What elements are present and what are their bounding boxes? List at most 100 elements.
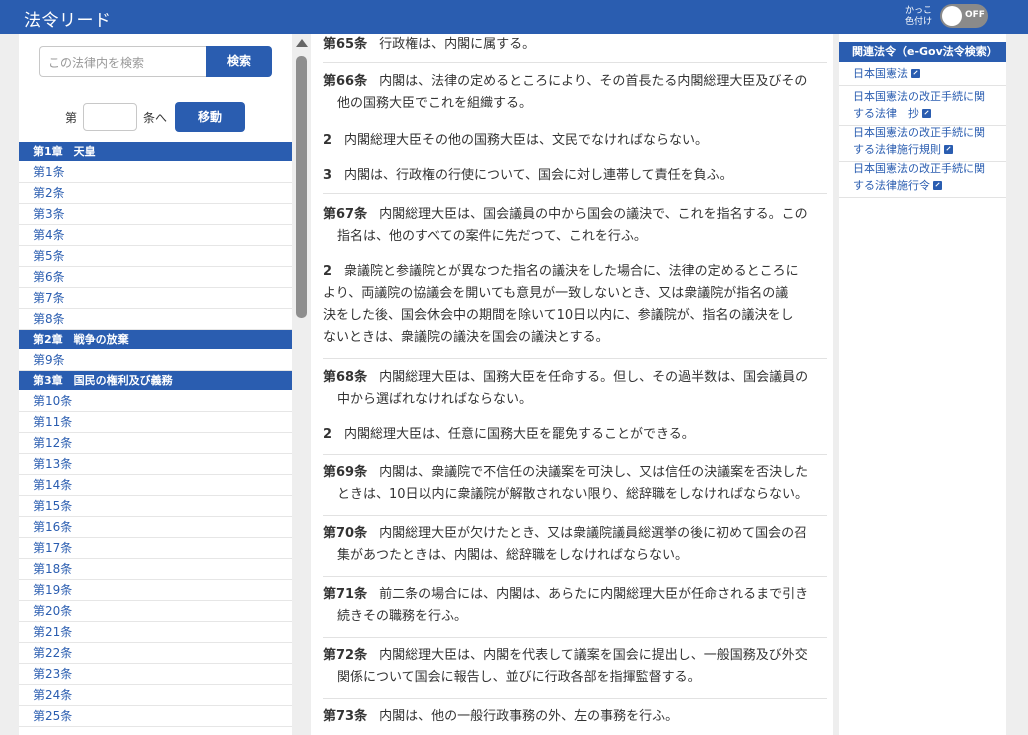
article-text-line: 関係について国会に報告し、並びに行政各部を指揮監督する。 xyxy=(337,670,701,685)
toc-article-link[interactable]: 第14条 xyxy=(19,475,292,496)
paragraph-number: 3 xyxy=(323,168,333,183)
related-law-label: する法律施行規則 xyxy=(853,143,941,156)
related-law-link[interactable]: 日本国憲法 xyxy=(839,63,1006,86)
toc-article-link[interactable]: 第9条 xyxy=(19,350,292,371)
related-law-label: 日本国憲法の改正手続に関 xyxy=(853,126,985,139)
bracket-color-label-line2: 色付け xyxy=(905,17,933,27)
paragraph-text-line: 衆議院と参議院とが異なつた指名の議決をした場合に、法律の定めるところに xyxy=(344,264,799,279)
toc-article-link[interactable]: 第1条 xyxy=(19,162,292,183)
toc-article-link[interactable]: 第19条 xyxy=(19,580,292,601)
related-law-label: 日本国憲法の改正手続に関 xyxy=(853,90,985,103)
paragraph-number: 2 xyxy=(323,133,333,148)
toc-article-link[interactable]: 第8条 xyxy=(19,309,292,330)
toc-article-link[interactable]: 第20条 xyxy=(19,601,292,622)
article-text-line: 内閣は、法律の定めるところにより、その首長たる内閣総理大臣及びその xyxy=(379,74,808,89)
toc-article-link[interactable]: 第10条 xyxy=(19,391,292,412)
table-of-contents: 第1章 天皇 第1条 第2条 第3条 第4条 第5条 第6条 第7条 第8条 第2章 戦争の放棄第… xyxy=(19,142,292,727)
bracket-color-toggle[interactable]: OFF xyxy=(940,4,988,28)
scroll-up-arrow-icon[interactable] xyxy=(296,39,308,47)
toc-article-link[interactable]: 第3条 xyxy=(19,204,292,225)
article-text-line: 中から選ばれなければならない。 xyxy=(337,392,533,407)
search-button[interactable]: 検索 xyxy=(206,46,272,77)
article-number: 第73条 xyxy=(323,709,368,724)
article-text: 行政権は、内閣に属する。 xyxy=(379,37,536,52)
paragraph-text-line: より、両議院の協議会を開いても意見が一致しないとき、又は衆議院が指名の議 xyxy=(323,286,789,301)
content-scrollbar[interactable] xyxy=(294,34,310,735)
toc-article-link[interactable]: 第17条 xyxy=(19,538,292,559)
toc-article-link[interactable]: 第16条 xyxy=(19,517,292,538)
paragraph-text: 内閣は、行政権の行使について、国会に対し連帯して責任を負ふ。 xyxy=(344,168,733,183)
article-number: 第72条 xyxy=(323,648,368,663)
toc-article-link[interactable]: 第23条 xyxy=(19,664,292,685)
divider xyxy=(323,62,827,63)
toc-article-link[interactable]: 第12条 xyxy=(19,433,292,454)
related-law-label: 日本国憲法 xyxy=(853,67,908,80)
article-number: 第65条 xyxy=(323,37,368,52)
divider xyxy=(323,358,827,359)
external-link-icon xyxy=(933,181,942,190)
related-law-label: する法律施行令 xyxy=(853,179,930,192)
divider xyxy=(323,698,827,699)
article-text: 内閣は、他の一般行政事務の外、左の事務を行ふ。 xyxy=(379,709,679,724)
article-71: 第71条 前二条の場合には、内閣は、あらたに内閣総理大臣が任命されるまで引き 続き… xyxy=(323,584,829,628)
paragraph-text-line: ないときは、衆議院の議決を国会の議決とする。 xyxy=(323,330,609,345)
article-text-line: 内閣総理大臣は、国務大臣を任命する。但し、その過半数は、国会議員の xyxy=(379,370,809,385)
external-link-icon xyxy=(922,109,931,118)
toc-article-link[interactable]: 第25条 xyxy=(19,706,292,727)
article-number-input[interactable] xyxy=(83,103,137,131)
toc-article-link[interactable]: 第15条 xyxy=(19,496,292,517)
toc-article-link[interactable]: 第11条 xyxy=(19,412,292,433)
toc-article-link[interactable]: 第4条 xyxy=(19,225,292,246)
toc-chapter-heading[interactable]: 第2章 戦争の放棄 xyxy=(19,330,292,350)
law-text-panel: 第65条 行政権は、内閣に属する。 第66条 内閣は、法律の定めるところにより、その… xyxy=(311,34,833,735)
toc-article-link[interactable]: 第24条 xyxy=(19,685,292,706)
paragraph-number: 2 xyxy=(323,427,333,442)
app-header: 法令リード かっこ 色付け OFF xyxy=(0,0,1028,34)
toc-chapter-heading[interactable]: 第3章 国民の権利及び義務 xyxy=(19,371,292,391)
paragraph-text: 内閣総理大臣その他の国務大臣は、文民でなければならない。 xyxy=(344,133,709,148)
bracket-color-label: かっこ 色付け xyxy=(905,6,932,28)
article-number: 第68条 xyxy=(323,370,368,385)
article-text-line: ときは、10日以内に衆議院が解散されない限り、総辞職をしなければならない。 xyxy=(337,487,809,502)
article-text-line: 内閣は、衆議院で不信任の決議案を可決し、又は信任の決議案を否決した xyxy=(379,465,809,480)
search-input[interactable]: この法律内を検索 xyxy=(39,46,206,77)
article-66: 第66条 内閣は、法律の定めるところにより、その首長たる内閣総理大臣及びその 他の… xyxy=(323,71,829,115)
toc-article-link[interactable]: 第21条 xyxy=(19,622,292,643)
divider xyxy=(323,515,827,516)
article-number: 第70条 xyxy=(323,526,368,541)
article-70: 第70条 内閣総理大臣が欠けたとき、又は衆議院議員総選挙の後に初めて国会の召 集が… xyxy=(323,523,829,567)
article-number: 第66条 xyxy=(323,74,368,89)
jump-prefix-label: 第 xyxy=(65,111,78,125)
article-text-line: 指名は、他のすべての案件に先だつて、これを行ふ。 xyxy=(337,229,647,244)
divider xyxy=(323,193,827,194)
toc-article-link[interactable]: 第6条 xyxy=(19,267,292,288)
toc-article-link[interactable]: 第18条 xyxy=(19,559,292,580)
divider xyxy=(323,576,827,577)
article-65: 第65条 行政権は、内閣に属する。 xyxy=(323,34,829,56)
external-link-icon xyxy=(911,69,920,78)
article-text-line: 集があつたときは、内閣は、総辞職をしなければならない。 xyxy=(337,548,689,563)
toggle-state-text: OFF xyxy=(965,10,985,20)
toc-article-link[interactable]: 第5条 xyxy=(19,246,292,267)
related-law-link[interactable]: 日本国憲法の改正手続に関 する法律施行規則 xyxy=(839,122,1006,162)
related-law-link[interactable]: 日本国憲法の改正手続に関 する法律 抄 xyxy=(839,86,1006,126)
paragraph-text-line: 決をした後、国会休会中の期間を除いて10日以内に、参議院が、指名の議決をし xyxy=(323,308,794,323)
article-72: 第72条 内閣総理大臣は、内閣を代表して議案を国会に提出し、一般国務及び外交 関係… xyxy=(323,645,829,689)
scroll-thumb[interactable] xyxy=(296,56,307,318)
app-logo[interactable]: 法令リード xyxy=(24,6,112,31)
related-law-link[interactable]: 日本国憲法の改正手続に関 する法律施行令 xyxy=(839,158,1006,198)
article-66-paragraph-3: 3 内閣は、行政権の行使について、国会に対し連帯して責任を負ふ。 xyxy=(323,165,829,187)
toc-article-link[interactable]: 第22条 xyxy=(19,643,292,664)
toc-article-link[interactable]: 第13条 xyxy=(19,454,292,475)
paragraph-text: 内閣総理大臣は、任意に国務大臣を罷免することができる。 xyxy=(344,427,695,442)
jump-button[interactable]: 移動 xyxy=(175,102,245,132)
article-68: 第68条 内閣総理大臣は、国務大臣を任命する。但し、その過半数は、国会議員の 中か… xyxy=(323,367,829,411)
toggle-knob xyxy=(942,6,962,26)
external-link-icon xyxy=(944,145,953,154)
paragraph-number: 2 xyxy=(323,264,333,279)
related-laws-panel: 関連法令（e-Gov法令検索） 日本国憲法 日本国憲法の改正手続に関 する法律 … xyxy=(839,34,1006,735)
related-laws-title: 関連法令（e-Gov法令検索） xyxy=(839,42,1006,62)
toc-article-link[interactable]: 第2条 xyxy=(19,183,292,204)
toc-chapter-heading[interactable]: 第1章 天皇 xyxy=(19,142,292,162)
toc-article-link[interactable]: 第7条 xyxy=(19,288,292,309)
